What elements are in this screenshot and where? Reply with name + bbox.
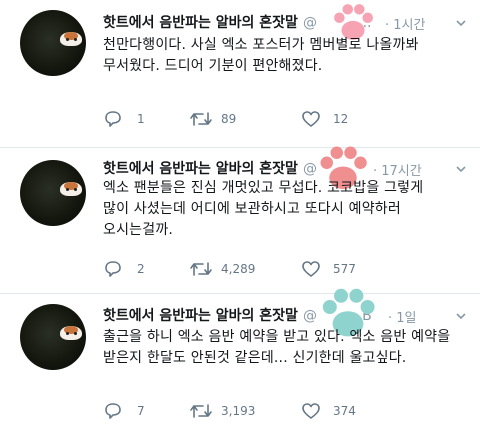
retweet-button[interactable]: 3,193	[189, 400, 255, 422]
reply-count: 1	[137, 112, 145, 126]
retweet-button[interactable]: 89	[189, 108, 236, 130]
tweet-2[interactable]: 핫트에서 음반파는 알바의 혼잣말 @ · 17시간 엑소 팬분들은 진심 개멋…	[0, 146, 480, 294]
avatar-cat-eye	[74, 332, 77, 335]
avatar-cat-eye	[66, 38, 69, 41]
retweet-count: 3,193	[221, 404, 256, 418]
like-count: 374	[333, 404, 356, 418]
tweet-actions: 1 89 12	[103, 108, 463, 130]
tweet-text: 엑소 팬분들은 진심 개멋있고 무섭다. 코코밥을 그렇게 많이 사셨는데 어디…	[103, 178, 473, 241]
author-handle[interactable]: @	[303, 161, 317, 177]
heart-icon	[302, 403, 320, 419]
retweet-button[interactable]: 4,289	[189, 258, 255, 280]
tweet-timestamp[interactable]: · 1시간	[385, 14, 425, 33]
tweet-text-line: 많이 사셨는데 어디에 보관하시고 또다시 예약하러	[103, 201, 401, 217]
author-name[interactable]: 핫트에서 음반파는 알바의 혼잣말	[103, 161, 298, 177]
tweet-1[interactable]: 핫트에서 음반파는 알바의 혼잣말 @ ... · 1시간 천만다행이다. 사실…	[0, 0, 480, 148]
tweet-header: 핫트에서 음반파는 알바의 혼잣말 @	[103, 158, 317, 180]
heart-icon	[302, 111, 320, 127]
author-name[interactable]: 핫트에서 음반파는 알바의 혼잣말	[103, 15, 298, 31]
avatar-cat-eye	[66, 332, 69, 335]
heart-icon	[302, 261, 320, 277]
retweet-count: 4,289	[221, 262, 256, 276]
tweet-text-line: 출근을 하니 엑소 음반 예약을 받고 있다. 엑소 음반 예약을	[103, 329, 451, 345]
tweet-3[interactable]: 핫트에서 음반파는 알바의 혼잣말 @ B · 1일 출근을 하니 엑소 음반 …	[0, 288, 480, 429]
reply-button[interactable]: 1	[103, 108, 145, 130]
reply-count: 7	[137, 404, 145, 418]
reply-icon	[105, 403, 121, 419]
retweet-count: 89	[221, 112, 237, 126]
avatar-cat-eye	[74, 38, 77, 41]
tweet-text: 천만다행이다. 사실 엑소 포스터가 멤버별로 나올까봐 무서웠다. 드디어 기…	[103, 35, 473, 77]
retweet-icon	[190, 404, 212, 418]
author-handle[interactable]: @	[303, 308, 317, 324]
retweet-icon	[190, 262, 212, 276]
tweet-text: 출근을 하니 엑소 음반 예약을 받고 있다. 엑소 음반 예약을 받은지 한달…	[103, 327, 473, 369]
like-count: 12	[333, 112, 349, 126]
author-name[interactable]: 핫트에서 음반파는 알바의 혼잣말	[103, 308, 298, 324]
like-button[interactable]: 12	[301, 108, 348, 130]
reply-icon	[105, 111, 121, 127]
reply-button[interactable]: 2	[103, 258, 145, 280]
reply-count: 2	[137, 262, 145, 276]
chevron-down-icon[interactable]	[456, 311, 466, 321]
chevron-down-icon[interactable]	[456, 164, 466, 174]
tweet-timestamp[interactable]: · 17시간	[373, 160, 422, 179]
avatar[interactable]	[20, 10, 86, 76]
avatar-cat-eye	[74, 188, 77, 191]
avatar-cat-eye	[66, 188, 69, 191]
reply-icon	[105, 261, 121, 277]
chevron-down-icon[interactable]	[456, 18, 466, 28]
like-button[interactable]: 374	[301, 400, 356, 422]
tweet-text-line: 엑소 팬분들은 진심 개멋있고 무섭다. 코코밥을 그렇게	[103, 180, 424, 196]
tweet-text-line: 오시는걸까.	[103, 222, 174, 238]
like-count: 577	[333, 262, 356, 276]
tweet-actions: 7 3,193 374	[103, 400, 463, 422]
author-handle[interactable]: @	[303, 15, 317, 31]
avatar[interactable]	[20, 160, 86, 226]
tweet-text-line: 받은지 한달도 안된것 같은데... 신기한데 울고싶다.	[103, 350, 407, 366]
tweet-timestamp[interactable]: · 1일	[388, 307, 417, 326]
reply-button[interactable]: 7	[103, 400, 145, 422]
tweet-actions: 2 4,289 577	[103, 258, 463, 280]
like-button[interactable]: 577	[301, 258, 356, 280]
retweet-icon	[190, 112, 212, 126]
tweet-text-line: 천만다행이다. 사실 엑소 포스터가 멤버별로 나올까봐	[103, 37, 419, 53]
avatar[interactable]	[20, 304, 86, 370]
tweet-text-line: 무서웠다. 드디어 기분이 편안해졌다.	[103, 58, 323, 74]
